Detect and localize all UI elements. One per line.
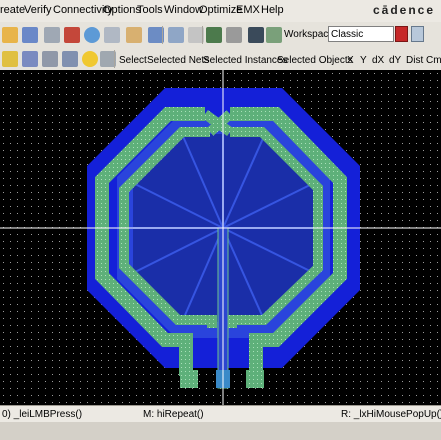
check-icon[interactable] <box>266 27 282 43</box>
mouse-middle-binding: M: hiRepeat() <box>143 409 204 420</box>
print-icon[interactable] <box>44 27 60 43</box>
route-icon[interactable] <box>206 27 222 43</box>
workspace-load-button[interactable] <box>411 26 424 42</box>
y-coord-label: Y <box>360 55 367 66</box>
toolbar-icon-undo[interactable] <box>2 27 18 43</box>
toolbar-separator <box>114 50 115 68</box>
toolbar-separator <box>202 26 203 44</box>
copy-icon[interactable] <box>104 27 120 43</box>
delete-icon[interactable] <box>64 27 80 43</box>
menu-tools[interactable]: Tools <box>137 4 163 16</box>
snap-icon[interactable] <box>42 51 58 67</box>
selected-instances-label: Selected Instances <box>203 55 288 66</box>
via-icon[interactable] <box>226 27 242 43</box>
layer-icon[interactable] <box>2 51 18 67</box>
grid-icon[interactable] <box>22 51 38 67</box>
dx-label: dX <box>372 55 385 66</box>
menu-bar: reate Verify Connectivity Options Tools … <box>0 0 441 23</box>
port-right-pad <box>246 370 264 388</box>
x-coord-label: X <box>347 55 354 66</box>
selected-objects-label: Selected Objects <box>277 55 353 66</box>
menu-options[interactable]: Options <box>103 4 141 16</box>
probe-icon[interactable] <box>248 27 264 43</box>
port-left-pad <box>180 370 198 388</box>
workspace-save-button[interactable] <box>395 26 408 42</box>
menu-emx[interactable]: EMX <box>236 4 260 16</box>
select-label: Select <box>119 55 147 66</box>
info-icon[interactable] <box>84 27 100 43</box>
dy-label: dY <box>389 55 402 66</box>
layout-canvas[interactable] <box>0 70 441 405</box>
cmd-label: Cmd <box>426 55 441 66</box>
edit-icon[interactable] <box>126 27 142 43</box>
menu-create[interactable]: reate <box>0 4 25 16</box>
inductor-layout <box>0 70 441 405</box>
workspace-select[interactable]: Classic <box>328 26 394 42</box>
mouse-right-binding: R: _lxHiMousePopUp() <box>341 409 441 420</box>
status-bar: 0) _leiLMBPress() M: hiRepeat() R: _lxHi… <box>0 405 441 423</box>
zoom-icon[interactable] <box>168 27 184 43</box>
mouse-left-binding: 0) _leiLMBPress() <box>2 409 83 420</box>
menu-verify[interactable]: Verify <box>24 4 52 16</box>
lightbulb-icon[interactable] <box>82 51 98 67</box>
selected-nets-label: Selected Nets <box>147 55 210 66</box>
filter-icon[interactable] <box>62 51 78 67</box>
save-icon[interactable] <box>22 27 38 43</box>
dist-label: Dist <box>406 55 424 66</box>
menu-help[interactable]: Help <box>261 4 284 16</box>
toolbar-separator <box>162 26 163 44</box>
main-toolbar: Workspace: Classic <box>0 22 441 49</box>
bottom-panel <box>0 422 441 440</box>
menu-window[interactable]: Window <box>164 4 203 16</box>
cadence-logo: cādence <box>372 3 435 17</box>
